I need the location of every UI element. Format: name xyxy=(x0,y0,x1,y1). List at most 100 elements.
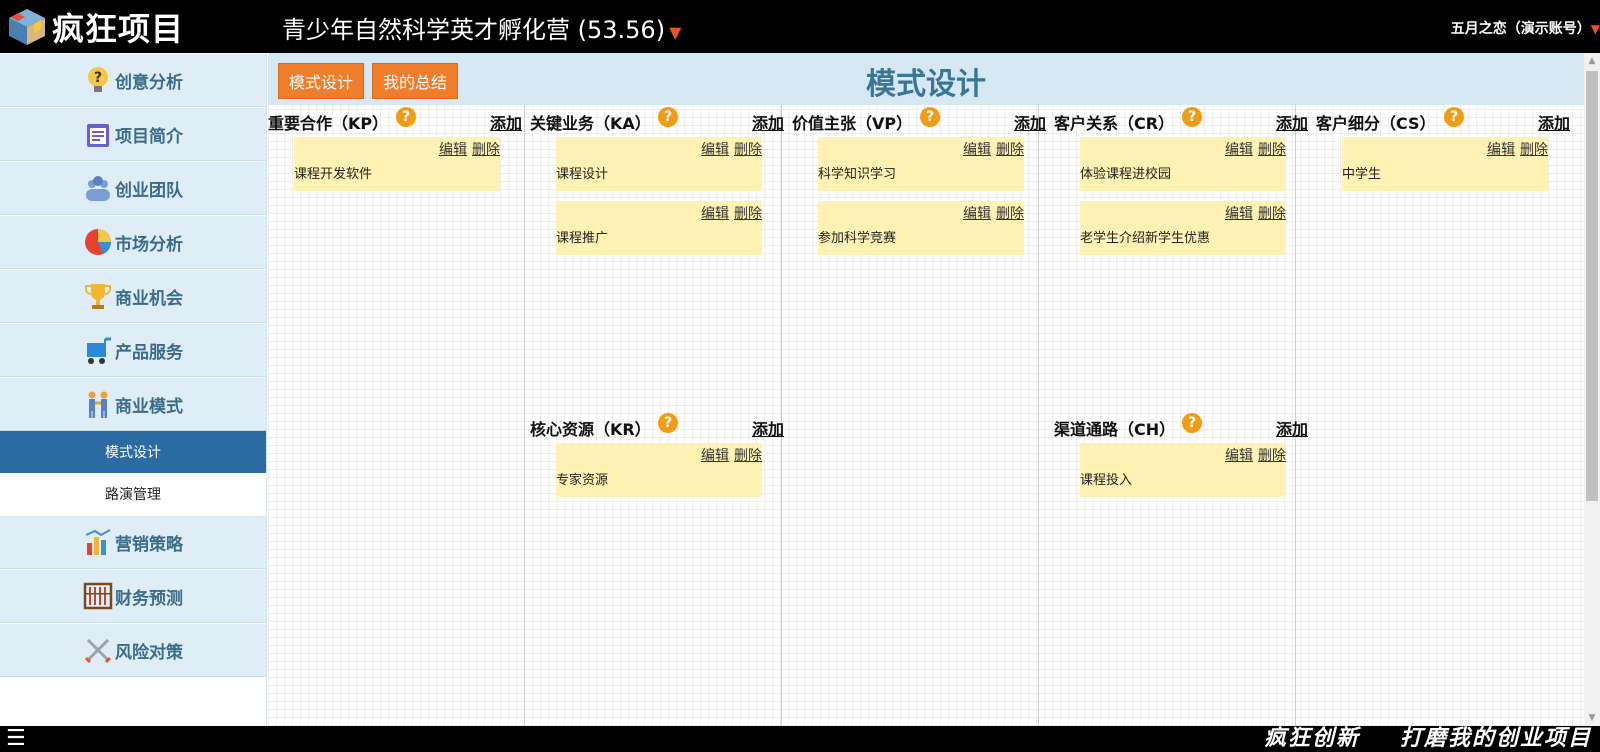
note-actions: 编辑 删除 xyxy=(1482,139,1548,159)
crossed-swords-icon xyxy=(83,635,113,665)
team-icon xyxy=(83,173,113,203)
help-icon[interactable]: ? xyxy=(396,107,416,127)
project-selector[interactable]: 青少年自然科学英才孵化营 (53.56) ▼ xyxy=(282,10,681,45)
add-link[interactable]: 添加 xyxy=(1276,416,1308,440)
note-card: 编辑 删除 科学知识学习 xyxy=(818,137,1024,191)
user-menu[interactable]: 五月之恋（演示账号）▼ xyxy=(1451,18,1600,38)
add-link[interactable]: 添加 xyxy=(1014,110,1046,134)
user-name: 五月之恋（演示账号） xyxy=(1450,21,1591,37)
block-header-vp: 价值主张（VP） ? 添加 xyxy=(792,107,1048,133)
edit-link[interactable]: 编辑 xyxy=(1225,206,1253,222)
edit-link[interactable]: 编辑 xyxy=(701,206,729,222)
business-model-canvas: 模式设计 我的总结 模式设计 重要合作（KP） ? 添加 编辑 删除 课程开发软件… xyxy=(268,53,1584,726)
delete-link[interactable]: 删除 xyxy=(734,206,762,222)
help-icon[interactable]: ? xyxy=(1182,107,1202,127)
sidebar-item-financial-forecast[interactable]: 财务预测 xyxy=(0,569,266,623)
scrollbar-thumb[interactable] xyxy=(1586,71,1598,501)
note-text: 科学知识学习 xyxy=(818,167,897,182)
block-title: 重要合作（KP） xyxy=(268,114,389,133)
help-icon[interactable]: ? xyxy=(1444,107,1464,127)
delete-link[interactable]: 删除 xyxy=(734,448,762,464)
logo-text: 疯狂项目 xyxy=(52,10,185,48)
sidebar: ? 创意分析 项目简介 创业团队 市场分析 商业机会 产品服务 商业模式 模式设… xyxy=(0,53,267,726)
edit-link[interactable]: 编辑 xyxy=(963,142,991,158)
sidebar-item-product-service[interactable]: 产品服务 xyxy=(0,323,266,377)
note-text: 课程开发软件 xyxy=(294,167,373,182)
note-text: 体验课程进校园 xyxy=(1080,167,1172,182)
help-icon[interactable]: ? xyxy=(1182,413,1202,433)
note-actions: 编辑 删除 xyxy=(958,139,1024,159)
delete-link[interactable]: 删除 xyxy=(1258,142,1286,158)
sidebar-item-marketing[interactable]: 营销策略 xyxy=(0,515,266,569)
add-link[interactable]: 添加 xyxy=(752,416,784,440)
help-icon[interactable]: ? xyxy=(920,107,940,127)
edit-link[interactable]: 编辑 xyxy=(701,142,729,158)
edit-link[interactable]: 编辑 xyxy=(701,448,729,464)
slogan: 疯狂创新 打磨我的创业项目 xyxy=(1264,726,1592,752)
note-actions: 编辑 删除 xyxy=(696,139,762,159)
block-title: 客户关系（CR） xyxy=(1054,114,1175,133)
edit-link[interactable]: 编辑 xyxy=(1487,142,1515,158)
note-card: 编辑 删除 课程设计 xyxy=(556,137,762,191)
edit-link[interactable]: 编辑 xyxy=(1225,448,1253,464)
note-actions: 编辑 删除 xyxy=(958,203,1024,223)
sidebar-item-label: 创意分析 xyxy=(115,72,183,93)
clipboard-icon xyxy=(83,119,113,149)
cart-icon xyxy=(83,335,113,365)
add-link[interactable]: 添加 xyxy=(1276,110,1308,134)
note-actions: 编辑 删除 xyxy=(696,203,762,223)
delete-link[interactable]: 删除 xyxy=(1258,206,1286,222)
trophy-icon xyxy=(83,281,113,311)
hamburger-menu-icon[interactable]: ☰ xyxy=(6,727,26,751)
sidebar-item-market-analysis[interactable]: 市场分析 xyxy=(0,215,266,269)
delete-link[interactable]: 删除 xyxy=(1520,142,1548,158)
note-card: 编辑 删除 课程投入 xyxy=(1080,443,1286,497)
edit-link[interactable]: 编辑 xyxy=(1225,142,1253,158)
delete-link[interactable]: 删除 xyxy=(996,142,1024,158)
sidebar-subitem-label: 路演管理 xyxy=(105,487,161,503)
block-header-kr: 核心资源（KR） ? 添加 xyxy=(530,413,786,439)
delete-link[interactable]: 删除 xyxy=(734,142,762,158)
slogan-part-1: 疯狂创新 xyxy=(1263,726,1360,751)
help-icon[interactable]: ? xyxy=(658,413,678,433)
note-text: 课程推广 xyxy=(556,231,609,246)
note-text: 课程设计 xyxy=(556,167,609,182)
edit-link[interactable]: 编辑 xyxy=(963,206,991,222)
sidebar-item-label: 创业团队 xyxy=(115,180,183,201)
column-divider xyxy=(1038,105,1039,726)
scroll-down-arrow-icon[interactable]: ▼ xyxy=(1584,710,1600,726)
note-text: 参加科学竞赛 xyxy=(818,231,897,246)
add-link[interactable]: 添加 xyxy=(752,110,784,134)
note-actions: 编辑 删除 xyxy=(434,139,500,159)
caret-down-icon: ▼ xyxy=(1590,22,1600,36)
sidebar-item-creative-analysis[interactable]: ? 创意分析 xyxy=(0,53,266,107)
help-icon[interactable]: ? xyxy=(658,107,678,127)
sidebar-item-team[interactable]: 创业团队 xyxy=(0,161,266,215)
delete-link[interactable]: 删除 xyxy=(996,206,1024,222)
note-text: 课程投入 xyxy=(1080,473,1133,488)
edit-link[interactable]: 编辑 xyxy=(439,142,467,158)
block-title: 关键业务（KA） xyxy=(530,114,651,133)
vertical-scrollbar[interactable]: ▲ ▼ xyxy=(1584,53,1600,726)
bottom-bar: ☰ 疯狂创新 打磨我的创业项目 xyxy=(0,726,1600,752)
sidebar-item-label: 风险对策 xyxy=(115,642,183,663)
add-link[interactable]: 添加 xyxy=(1538,110,1570,134)
sidebar-item-business-opportunity[interactable]: 商业机会 xyxy=(0,269,266,323)
sidebar-subitem-model-design[interactable]: 模式设计 xyxy=(0,431,266,473)
delete-link[interactable]: 删除 xyxy=(472,142,500,158)
block-title: 价值主张（VP） xyxy=(792,114,913,133)
delete-link[interactable]: 删除 xyxy=(1258,448,1286,464)
bar-chart-icon xyxy=(83,527,113,557)
handshake-icon xyxy=(83,389,113,419)
sidebar-item-project-intro[interactable]: 项目简介 xyxy=(0,107,266,161)
note-card: 编辑 删除 体验课程进校园 xyxy=(1080,137,1286,191)
lightbulb-question-icon: ? xyxy=(83,65,113,95)
scroll-up-arrow-icon[interactable]: ▲ xyxy=(1584,53,1600,69)
sidebar-subitem-label: 模式设计 xyxy=(105,445,161,461)
sidebar-subitem-roadshow[interactable]: 路演管理 xyxy=(0,473,266,515)
add-link[interactable]: 添加 xyxy=(490,110,522,134)
sidebar-item-risk-strategy[interactable]: 风险对策 xyxy=(0,623,266,677)
sidebar-item-business-model[interactable]: 商业模式 xyxy=(0,377,266,431)
page-title: 模式设计 xyxy=(866,67,986,102)
app-logo[interactable]: 疯狂项目 xyxy=(6,6,206,48)
